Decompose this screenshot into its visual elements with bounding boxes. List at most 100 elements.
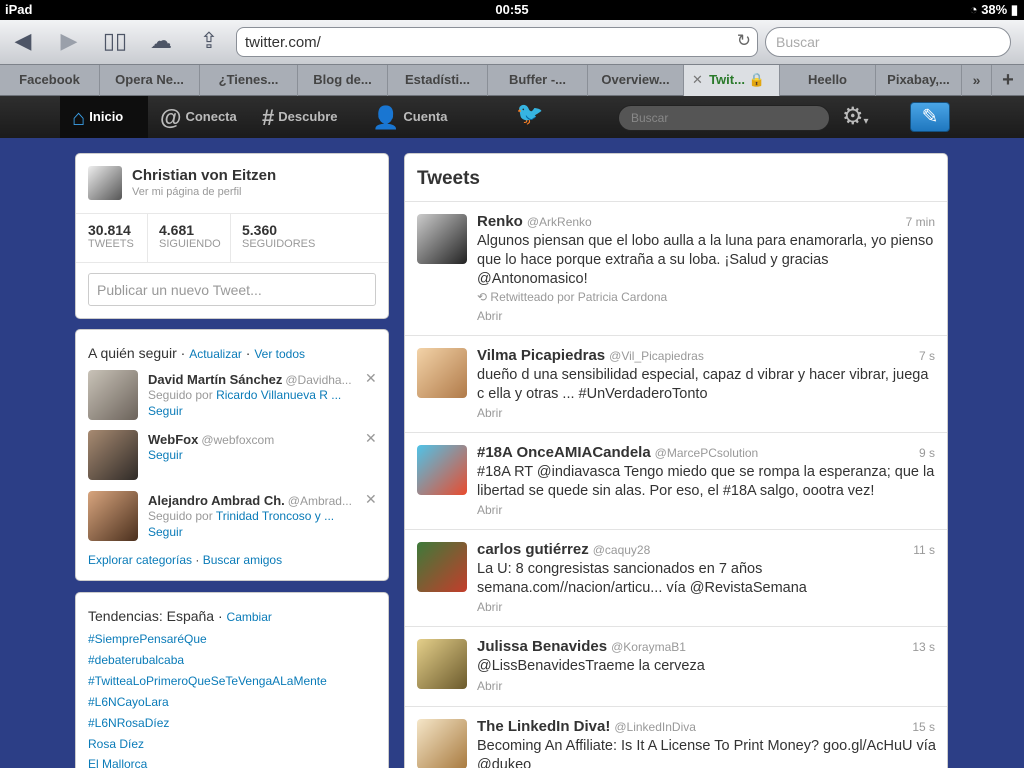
cloud-icon[interactable]: ☁ [146, 27, 176, 55]
tweet-item[interactable]: Julissa Benavides @KoraymaB1 13 s @LissBe… [405, 627, 947, 707]
trend-item[interactable]: #debaterubalcaba [88, 653, 184, 667]
stat-tweets[interactable]: 30.814 TWEETS [88, 222, 134, 250]
twitter-bird-icon[interactable]: 🐦 [516, 101, 543, 127]
status-bar: iPad 00:55 ◔ 38% ▮ [0, 0, 1024, 20]
tab-overview[interactable]: Overview... [588, 65, 684, 96]
follow-button[interactable]: Seguir [148, 404, 183, 418]
suggestion-name[interactable]: Alejandro Ambrad Ch. @Ambrad... [148, 493, 352, 508]
tab-buffer[interactable]: Buffer -... [488, 65, 588, 96]
avatar[interactable] [88, 166, 122, 200]
open-tweet-link[interactable]: Abrir [477, 309, 502, 323]
avatar[interactable] [417, 214, 467, 264]
profile-name[interactable]: Christian von Eitzen [132, 167, 276, 184]
trend-item[interactable]: Rosa Díez [88, 737, 144, 751]
compose-tweet-input[interactable]: Publicar un nuevo Tweet... [88, 273, 376, 306]
tab-blog[interactable]: Blog de... [298, 65, 388, 96]
follow-button[interactable]: Seguir [148, 525, 183, 539]
tweet-item[interactable]: carlos gutiérrez @caquy28 11 s La U: 8 co… [405, 530, 947, 627]
tweet-text: La U: 8 congresistas sancionados en 7 añ… [477, 561, 807, 596]
gear-icon[interactable]: ⚙▾ [842, 102, 869, 131]
tweet-item[interactable]: #18A OnceAMIACandela @MarcePCsolution 9 s… [405, 433, 947, 530]
tweet-time[interactable]: 11 s [913, 543, 935, 557]
reload-icon[interactable]: ↻ [737, 31, 751, 51]
profile-link[interactable]: Ver mi página de perfil [132, 186, 241, 198]
tweet-text: Algunos piensan que el lobo aulla a la l… [477, 233, 934, 287]
tweet-time[interactable]: 13 s [912, 640, 935, 654]
tweet-item[interactable]: Renko @ArkRenko 7 min Algunos piensan que… [405, 202, 947, 336]
tweet-time[interactable]: 15 s [912, 720, 935, 734]
trend-item[interactable]: #L6NRosaDíez [88, 716, 169, 730]
who-to-follow-footer: Explorar categorías · Buscar amigos [88, 553, 283, 567]
suggestion-name[interactable]: WebFox @webfoxcom [148, 432, 274, 447]
tweet-time[interactable]: 7 min [906, 215, 935, 229]
forward-icon[interactable]: ▶ [54, 27, 84, 55]
tab-twitter[interactable]: ✕ Twit... 🔒 [684, 65, 780, 96]
explore-categories-link[interactable]: Explorar categorías [88, 553, 192, 567]
avatar[interactable] [417, 719, 467, 768]
tweet-time[interactable]: 9 s [919, 446, 935, 460]
close-tab-icon[interactable]: ✕ [692, 65, 703, 95]
followed-by-link[interactable]: Ricardo Villanueva R ... [216, 388, 341, 402]
tweet-author[interactable]: #18A OnceAMIACandela @MarcePCsolution [477, 444, 758, 461]
find-friends-link[interactable]: Buscar amigos [203, 553, 282, 567]
open-tweet-link[interactable]: Abrir [477, 406, 502, 420]
dismiss-icon[interactable]: ✕ [365, 430, 377, 447]
stat-following[interactable]: 4.681 SIGUIENDO [159, 222, 221, 250]
trend-item[interactable]: #L6NCayoLara [88, 695, 169, 709]
tab-estadisticas[interactable]: Estadísti... [388, 65, 488, 96]
tweet-time[interactable]: 7 s [919, 349, 935, 363]
open-tweet-link[interactable]: Abrir [477, 503, 502, 517]
stat-followers[interactable]: 5.360 SEGUIDORES [242, 222, 315, 250]
nav-home[interactable]: ⌂ Inicio [60, 96, 148, 138]
tweet-author[interactable]: carlos gutiérrez @caquy28 [477, 541, 650, 558]
tweet-author[interactable]: The LinkedIn Diva! @LinkedInDiva [477, 718, 696, 735]
open-tweet-link[interactable]: Abrir [477, 679, 502, 693]
avatar[interactable] [88, 491, 138, 541]
tab-pixabay[interactable]: Pixabay,... [876, 65, 962, 96]
tab-heello[interactable]: Heello [780, 65, 876, 96]
change-trends-link[interactable]: Cambiar [227, 610, 272, 624]
tweet-author[interactable]: Renko @ArkRenko [477, 213, 592, 230]
back-icon[interactable]: ◀ [8, 27, 38, 55]
followed-by-link[interactable]: Trinidad Troncoso y ... [216, 509, 334, 523]
dismiss-icon[interactable]: ✕ [365, 370, 377, 387]
avatar[interactable] [88, 430, 138, 480]
lock-icon: 🔒 [748, 72, 765, 87]
new-tab-icon[interactable]: + [992, 65, 1024, 96]
tweet-item[interactable]: The LinkedIn Diva! @LinkedInDiva 15 s Bec… [405, 707, 947, 768]
followed-prefix: Seguido por [148, 388, 213, 402]
avatar[interactable] [417, 542, 467, 592]
trend-item[interactable]: #SiemprePensaréQue [88, 632, 207, 646]
share-icon[interactable]: ⇪ [194, 27, 224, 55]
tweet-author[interactable]: Julissa Benavides @KoraymaB1 [477, 638, 686, 655]
tab-opera[interactable]: Opera Ne... [100, 65, 200, 96]
nav-discover[interactable]: # Descubre [250, 96, 356, 138]
view-all-link[interactable]: Ver todos [254, 347, 305, 361]
tab-facebook[interactable]: Facebook [0, 65, 100, 96]
trend-item[interactable]: El Mallorca [88, 757, 147, 768]
avatar[interactable] [417, 639, 467, 689]
dismiss-icon[interactable]: ✕ [365, 491, 377, 508]
suggestion-item: Alejandro Ambrad Ch. @Ambrad... ✕ Seguido… [88, 491, 378, 543]
nav-connect[interactable]: @ Conecta [148, 96, 248, 138]
tab-tienes[interactable]: ¿Tienes... [200, 65, 298, 96]
url-field[interactable]: twitter.com/ ↻ [236, 27, 758, 57]
compose-tweet-button[interactable]: ✎ [910, 102, 950, 132]
avatar[interactable] [417, 348, 467, 398]
bookmarks-icon[interactable]: ▯▯ [100, 27, 130, 55]
twitter-search-input[interactable]: Buscar [618, 105, 830, 131]
tweet-author[interactable]: Vilma Picapiedras @Vil_Picapiedras [477, 347, 704, 364]
open-tweet-link[interactable]: Abrir [477, 600, 502, 614]
more-tabs-icon[interactable]: » [962, 65, 992, 96]
trend-item[interactable]: #TwitteaLoPrimeroQueSeTeVengaALaMente [88, 674, 327, 688]
browser-search-field[interactable]: Buscar [765, 27, 1011, 57]
avatar[interactable] [88, 370, 138, 420]
suggestion-name[interactable]: David Martín Sánchez @Davidha... [148, 372, 352, 387]
avatar[interactable] [417, 445, 467, 495]
who-to-follow-panel: A quién seguir · Actualizar · Ver todos … [75, 329, 389, 581]
nav-account[interactable]: 👤 Cuenta [360, 96, 460, 138]
follow-button[interactable]: Seguir [148, 448, 183, 462]
followed-prefix: Seguido por [148, 509, 213, 523]
tweet-item[interactable]: Vilma Picapiedras @Vil_Picapiedras 7 s du… [405, 336, 947, 433]
refresh-link[interactable]: Actualizar [189, 347, 242, 361]
